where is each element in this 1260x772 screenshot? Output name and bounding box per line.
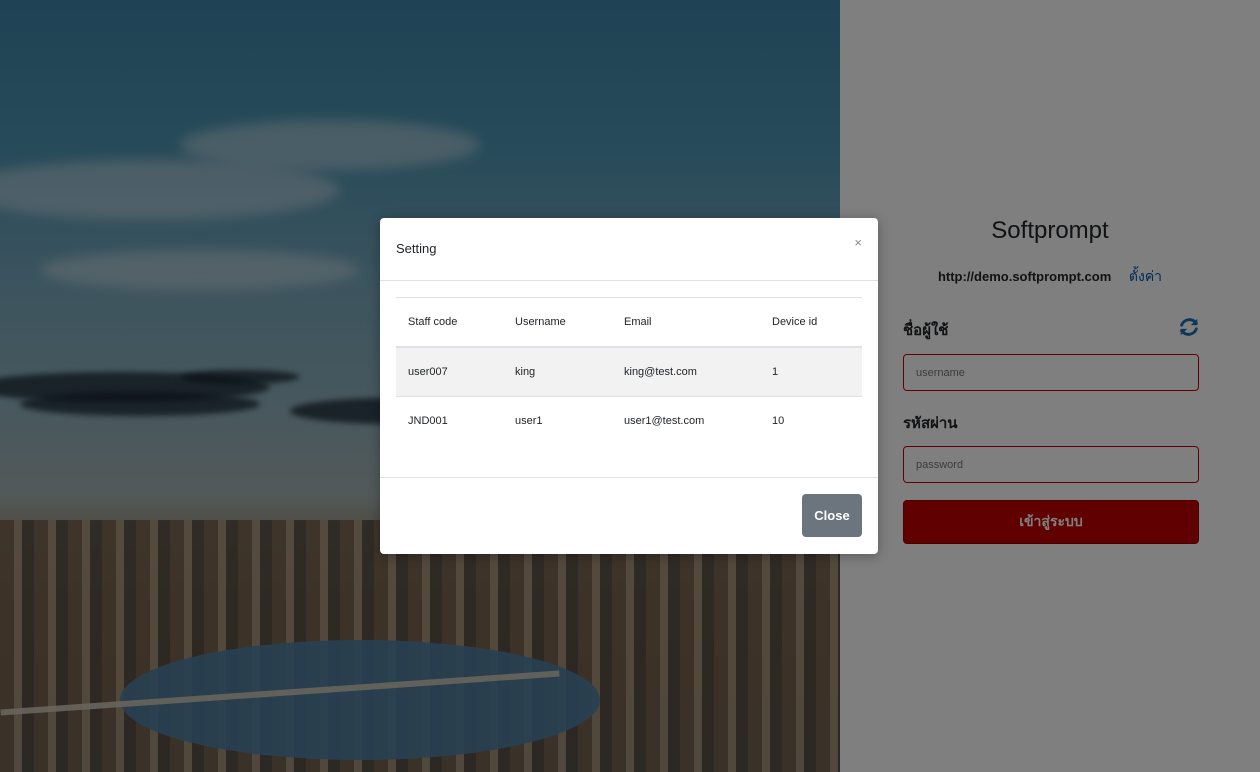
modal-header: Setting ×: [380, 218, 878, 281]
cell-device-id: 1: [760, 347, 862, 397]
column-header-email: Email: [612, 297, 760, 348]
cell-username: king: [503, 347, 612, 397]
column-header-staff-code: Staff code: [396, 297, 503, 348]
close-icon[interactable]: ×: [854, 235, 862, 250]
cell-email: user1@test.com: [624, 415, 705, 427]
settings-modal: Setting × Staff code Username Email Devi…: [380, 218, 878, 554]
table-row[interactable]: JND001 user1 user1@test.com 10: [396, 397, 862, 446]
table-header-row: Staff code Username Email Device id: [396, 297, 862, 348]
cell-device-id: 10: [772, 415, 785, 427]
column-header-device-id: Device id: [760, 297, 862, 348]
modal-footer: Close: [380, 477, 878, 555]
modal-title: Setting: [396, 241, 437, 256]
close-button[interactable]: Close: [802, 494, 862, 537]
cell-email: king@test.com: [612, 347, 760, 397]
cell-username: user1: [515, 415, 543, 427]
users-table: Staff code Username Email Device id user…: [396, 297, 862, 445]
column-header-username: Username: [503, 297, 612, 348]
modal-body: Staff code Username Email Device id user…: [396, 297, 862, 445]
cell-staff-code: user007: [396, 347, 503, 397]
table-row[interactable]: user007 king king@test.com 1: [396, 347, 862, 397]
cell-staff-code: JND001: [408, 415, 448, 427]
